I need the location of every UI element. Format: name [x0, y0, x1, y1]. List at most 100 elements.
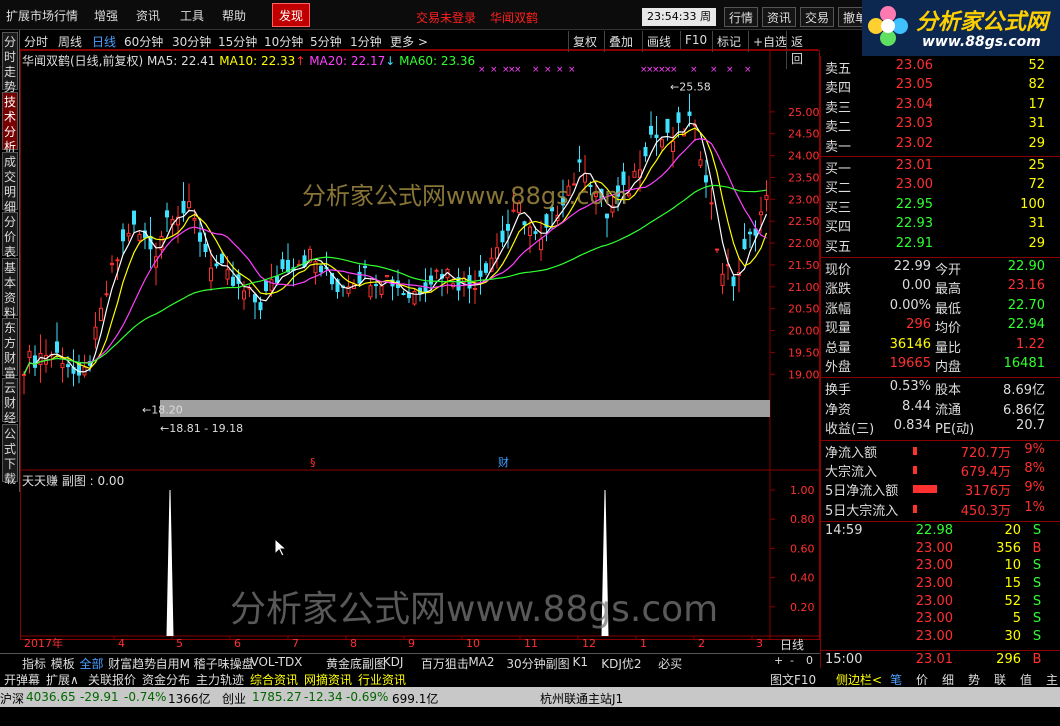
period-5min[interactable]: 5分钟: [310, 33, 342, 50]
tab-basic-info[interactable]: 基本资料: [2, 258, 18, 320]
ask-row[interactable]: 卖三 23.04 17: [821, 97, 1045, 116]
period-1min[interactable]: 1分钟: [350, 33, 382, 50]
toolbar-link[interactable]: 扩展∧: [46, 671, 79, 688]
period-more[interactable]: 更多 >: [390, 33, 428, 50]
trade-button[interactable]: 交易: [800, 7, 835, 27]
tick-row: 15:00 23.01 296 B: [821, 652, 1051, 671]
indicator-tabs: 指标 模板 全部 财富趋势 自用M 稽子味操盘 VOL-TDX 黄金底副图 KDJ 百万狙击 MA2…: [0, 653, 820, 671]
indicator-tab[interactable]: VOL-TDX: [250, 655, 302, 669]
menu-info[interactable]: 资讯: [136, 7, 160, 24]
bid-row[interactable]: 买一 23.01 25: [821, 158, 1045, 177]
ask-row[interactable]: 卖一 23.02 29: [821, 136, 1045, 155]
news-button[interactable]: 资讯: [762, 7, 797, 27]
server-status[interactable]: 杭州联通主站J1: [540, 690, 623, 707]
period-daily[interactable]: 日线: [92, 33, 116, 50]
menu-tools[interactable]: 工具: [180, 7, 204, 24]
candle-body: [110, 262, 114, 266]
stat-key: PE(动): [935, 422, 975, 438]
side-tab[interactable]: 笔: [890, 671, 902, 688]
candle-body: [313, 261, 318, 274]
tick-price: 23.00: [915, 576, 953, 591]
ask-row[interactable]: 卖五 23.06 52: [821, 58, 1045, 77]
login-status[interactable]: 交易未登录: [416, 9, 476, 26]
bid-price: 23.00: [895, 177, 933, 193]
candle-body: [132, 210, 136, 225]
candle-body: [264, 280, 268, 292]
adjust-button[interactable]: 复权: [568, 31, 601, 52]
toolbar-link[interactable]: 主力轨迹: [196, 671, 244, 688]
f10-button[interactable]: F10: [680, 31, 711, 49]
ask-level: 卖五: [825, 62, 852, 77]
side-tab[interactable]: 价: [916, 671, 928, 688]
bid-row[interactable]: 买五 22.91 29: [821, 236, 1045, 255]
stat-value: 0.00: [902, 278, 931, 294]
toolbar-link[interactable]: 关联报价: [88, 671, 136, 688]
side-tab[interactable]: 势: [968, 671, 980, 688]
candle-body: [126, 232, 131, 237]
candle-body: [27, 350, 32, 359]
add-watchlist-button[interactable]: +自选: [748, 31, 791, 52]
side-tab[interactable]: 图文F10: [770, 671, 816, 688]
indicator-tab[interactable]: MA2: [468, 655, 494, 669]
zoom-out-button[interactable]: -: [790, 654, 794, 667]
ask-row[interactable]: 卖四 23.05 82: [821, 77, 1045, 96]
ask-price: 23.05: [895, 77, 933, 93]
zoom-reset-button[interactable]: 0: [806, 654, 813, 667]
stat-row: 总量 36146 量比 1.22: [821, 337, 1051, 356]
candle-body: [60, 363, 65, 369]
mark-button[interactable]: 标记: [712, 31, 745, 52]
period-10min[interactable]: 10分钟: [264, 33, 303, 50]
toolbar-link[interactable]: 行业资讯: [358, 671, 406, 688]
side-tab[interactable]: 侧边栏<: [836, 671, 882, 688]
indicator-tab[interactable]: KDJ: [383, 655, 404, 669]
mouse-cursor-icon: [274, 538, 288, 557]
x-axis-label: 2: [698, 637, 705, 650]
tab-technical[interactable]: 技术分析: [2, 92, 18, 154]
period-weekly[interactable]: 周线: [58, 33, 82, 50]
tick-price: 23.00: [915, 540, 953, 556]
zoom-in-button[interactable]: +: [774, 654, 783, 667]
bid-row[interactable]: 买二 23.00 72: [821, 177, 1045, 196]
tab-deal-detail[interactable]: 成交明细: [2, 152, 18, 214]
stat-value: 22.70: [1007, 297, 1045, 313]
draw-line-button[interactable]: 画线: [642, 31, 675, 52]
candle-body: [231, 276, 235, 286]
bid-row[interactable]: 买三 22.95 100: [821, 197, 1045, 216]
toolbar-link[interactable]: 资金分布: [142, 671, 190, 688]
toolbar-link[interactable]: 开弹幕: [4, 671, 40, 688]
discover-button[interactable]: 发现: [272, 3, 310, 27]
side-tab[interactable]: 值: [1020, 671, 1032, 688]
divider: [821, 156, 1060, 157]
period-60min[interactable]: 60分钟: [124, 33, 163, 50]
quote-button[interactable]: 行情: [724, 7, 759, 27]
side-tab[interactable]: 主: [1046, 671, 1058, 688]
tab-eastmoney[interactable]: 东方财富: [2, 318, 18, 380]
kline-chart[interactable]: 19.0019.5020.0020.5021.0021.5022.0022.50…: [20, 50, 820, 650]
menu-enhance[interactable]: 增强: [94, 7, 118, 24]
menu-extended-market[interactable]: 扩展市场行情: [6, 7, 78, 24]
ask-row[interactable]: 卖二 23.03 31: [821, 116, 1045, 135]
period-30min[interactable]: 30分钟: [172, 33, 211, 50]
tab-price-table[interactable]: 分价表: [2, 212, 18, 259]
candle-body: [269, 279, 274, 292]
bid-row[interactable]: 买四 22.93 31: [821, 216, 1045, 235]
stat-row: 净资 8.44 流通 6.86亿: [821, 399, 1051, 418]
tick-direction: B: [1032, 652, 1042, 668]
indicator-tab[interactable]: K1: [573, 655, 589, 669]
candle-body: [220, 253, 224, 264]
toolbar-link[interactable]: 综合资讯: [250, 671, 298, 688]
side-tab[interactable]: 联: [994, 671, 1006, 688]
side-tab[interactable]: 细: [942, 671, 954, 688]
tick-direction: S: [1032, 628, 1042, 644]
toolbar-link[interactable]: 网摘资讯: [304, 671, 352, 688]
tab-formula-download[interactable]: 公式下载: [2, 424, 18, 486]
stat-row: 现价 22.99 今开 22.90: [821, 259, 1051, 278]
menu-help[interactable]: 帮助: [222, 7, 246, 24]
period-15min[interactable]: 15分钟: [218, 33, 257, 50]
tab-timeshare[interactable]: 分时走势: [2, 32, 18, 94]
overlay-button[interactable]: 叠加: [604, 31, 637, 52]
y-tick-label: 24.00: [788, 150, 820, 163]
tab-yuncaijing[interactable]: 云财经: [2, 378, 18, 425]
ask-price: 23.02: [895, 135, 933, 151]
period-timeshare[interactable]: 分时: [24, 33, 48, 50]
